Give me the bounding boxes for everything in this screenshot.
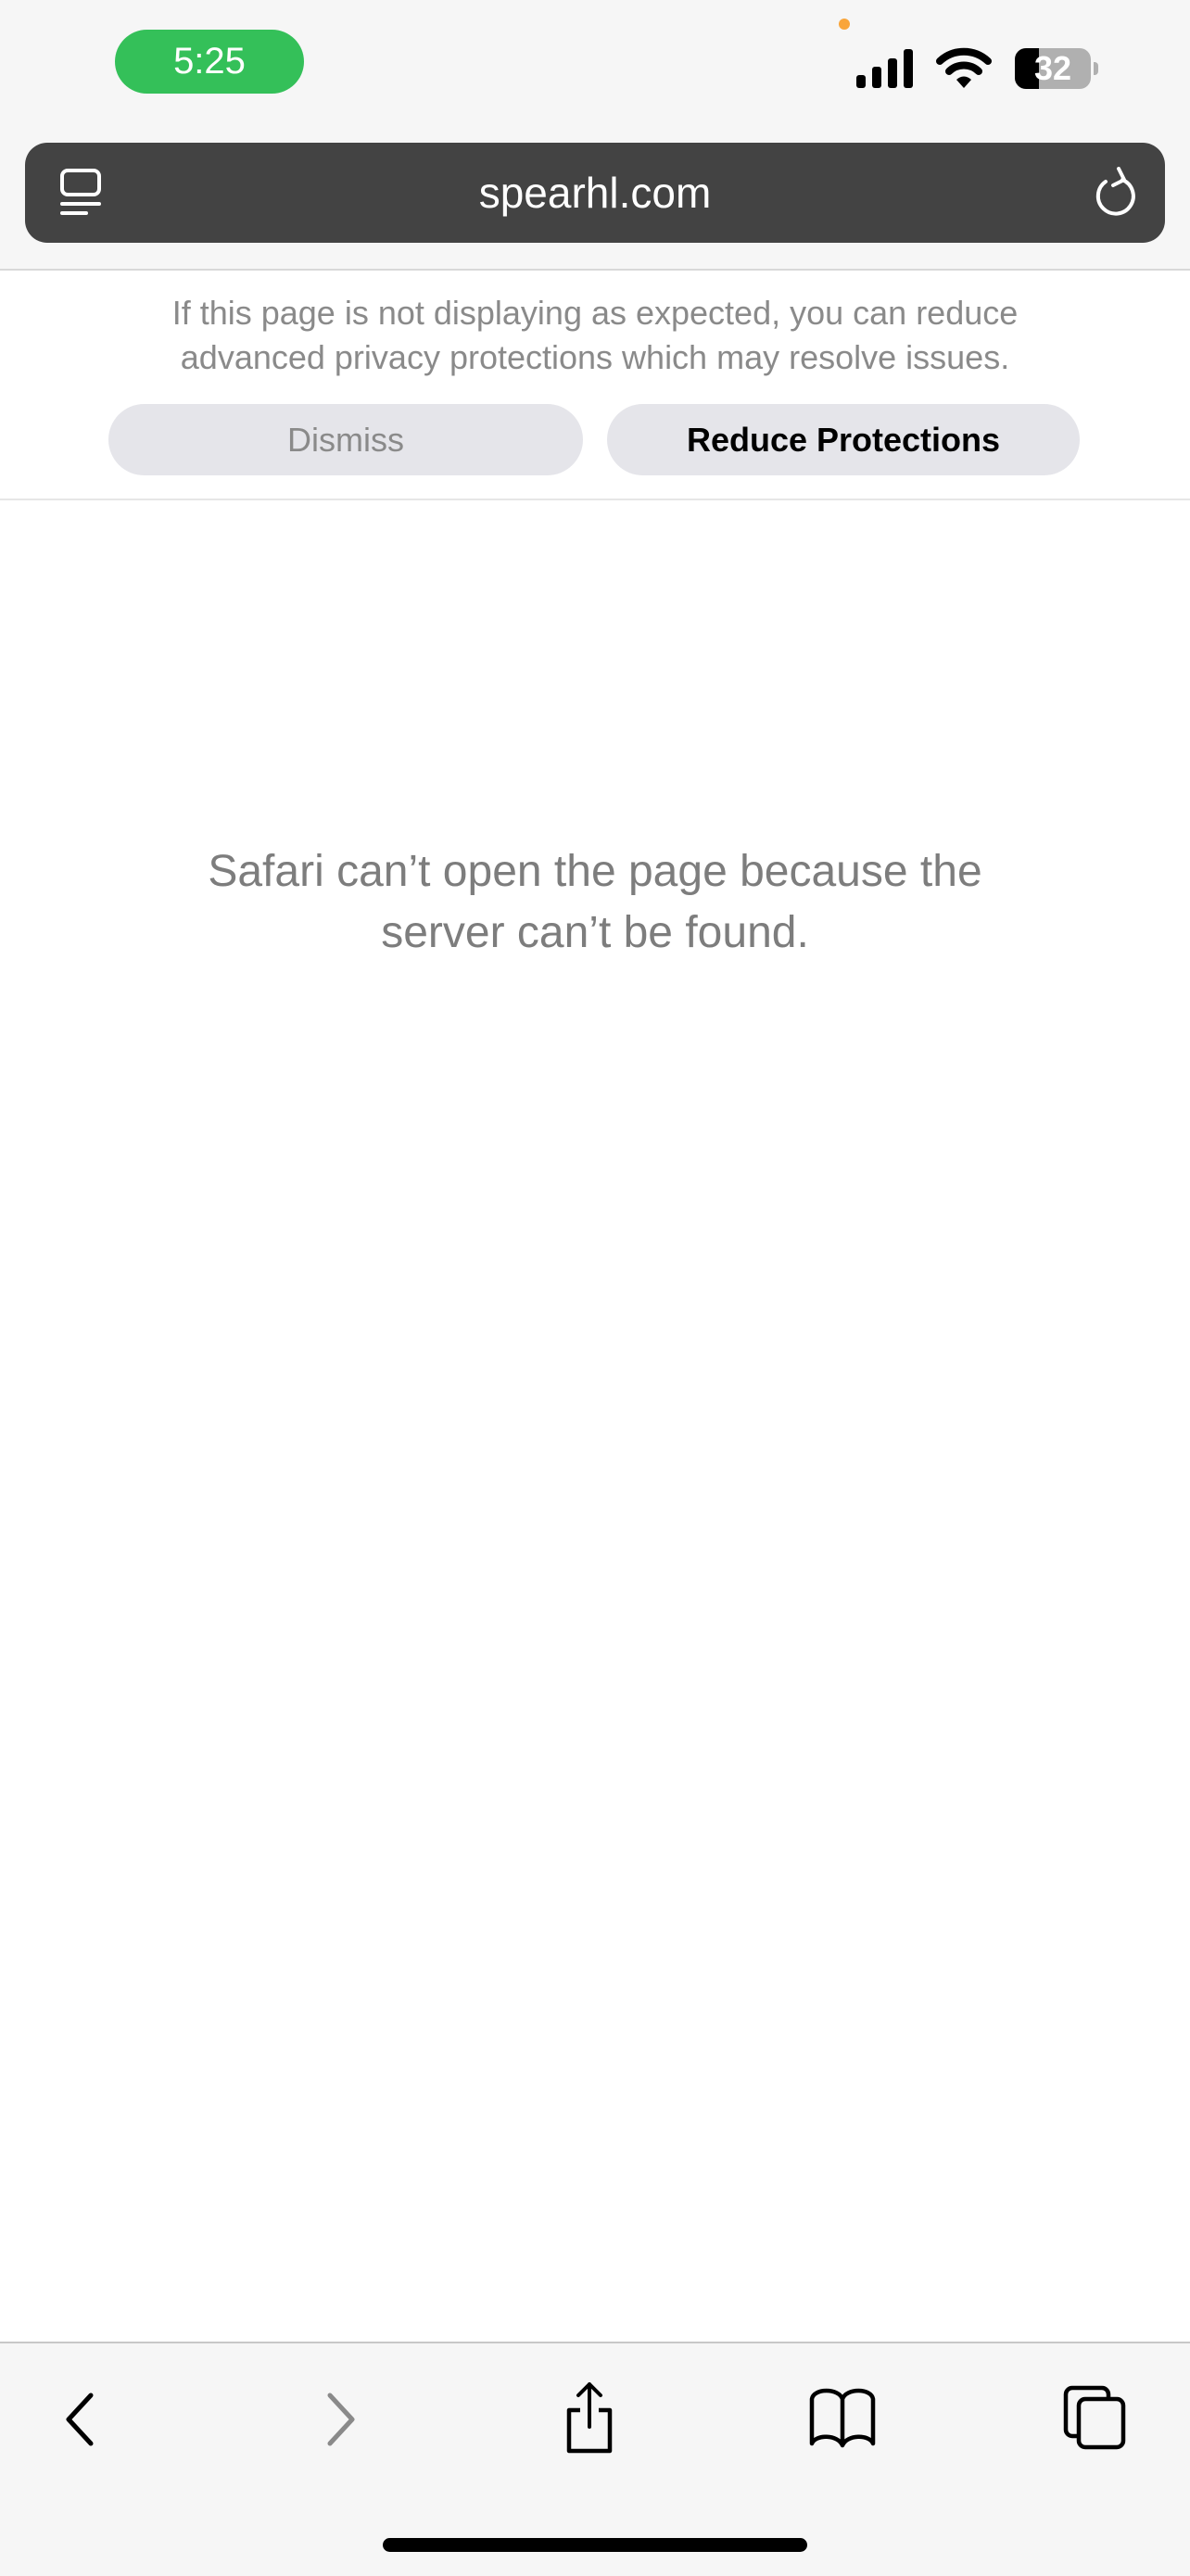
share-icon[interactable] xyxy=(562,2380,617,2455)
wifi-icon xyxy=(936,47,992,88)
home-indicator[interactable] xyxy=(383,2538,807,2552)
privacy-indicator-dot xyxy=(839,19,850,30)
time-label: 5:25 xyxy=(173,41,246,82)
address-bar[interactable]: spearhl.com xyxy=(25,143,1165,243)
privacy-banner: If this page is not displaying as expect… xyxy=(0,271,1190,500)
tabs-icon[interactable] xyxy=(1062,2384,1127,2451)
error-line-1: Safari can’t open the page because the xyxy=(208,847,982,896)
reload-icon[interactable] xyxy=(1093,167,1139,219)
forward-icon[interactable] xyxy=(324,2392,358,2447)
status-time[interactable]: 5:25 xyxy=(115,30,304,94)
url-text[interactable]: spearhl.com xyxy=(25,143,1165,243)
cellular-signal-icon xyxy=(856,49,913,88)
error-message: Safari can’t open the page because the s… xyxy=(0,841,1190,964)
bottom-toolbar xyxy=(0,2342,1190,2576)
error-line-2: server can’t be found. xyxy=(381,908,809,957)
battery-cap xyxy=(1094,62,1098,75)
bookmarks-icon[interactable] xyxy=(808,2386,877,2449)
dismiss-button[interactable]: Dismiss xyxy=(108,404,583,475)
battery-indicator: 32 xyxy=(1015,48,1091,89)
back-icon[interactable] xyxy=(63,2392,96,2447)
battery-percent: 32 xyxy=(1033,49,1072,87)
top-chrome: 5:25 32 spearhl.com xyxy=(0,0,1190,271)
reduce-protections-button[interactable]: Reduce Protections xyxy=(607,404,1080,475)
privacy-banner-message: If this page is not displaying as expect… xyxy=(171,294,1019,376)
